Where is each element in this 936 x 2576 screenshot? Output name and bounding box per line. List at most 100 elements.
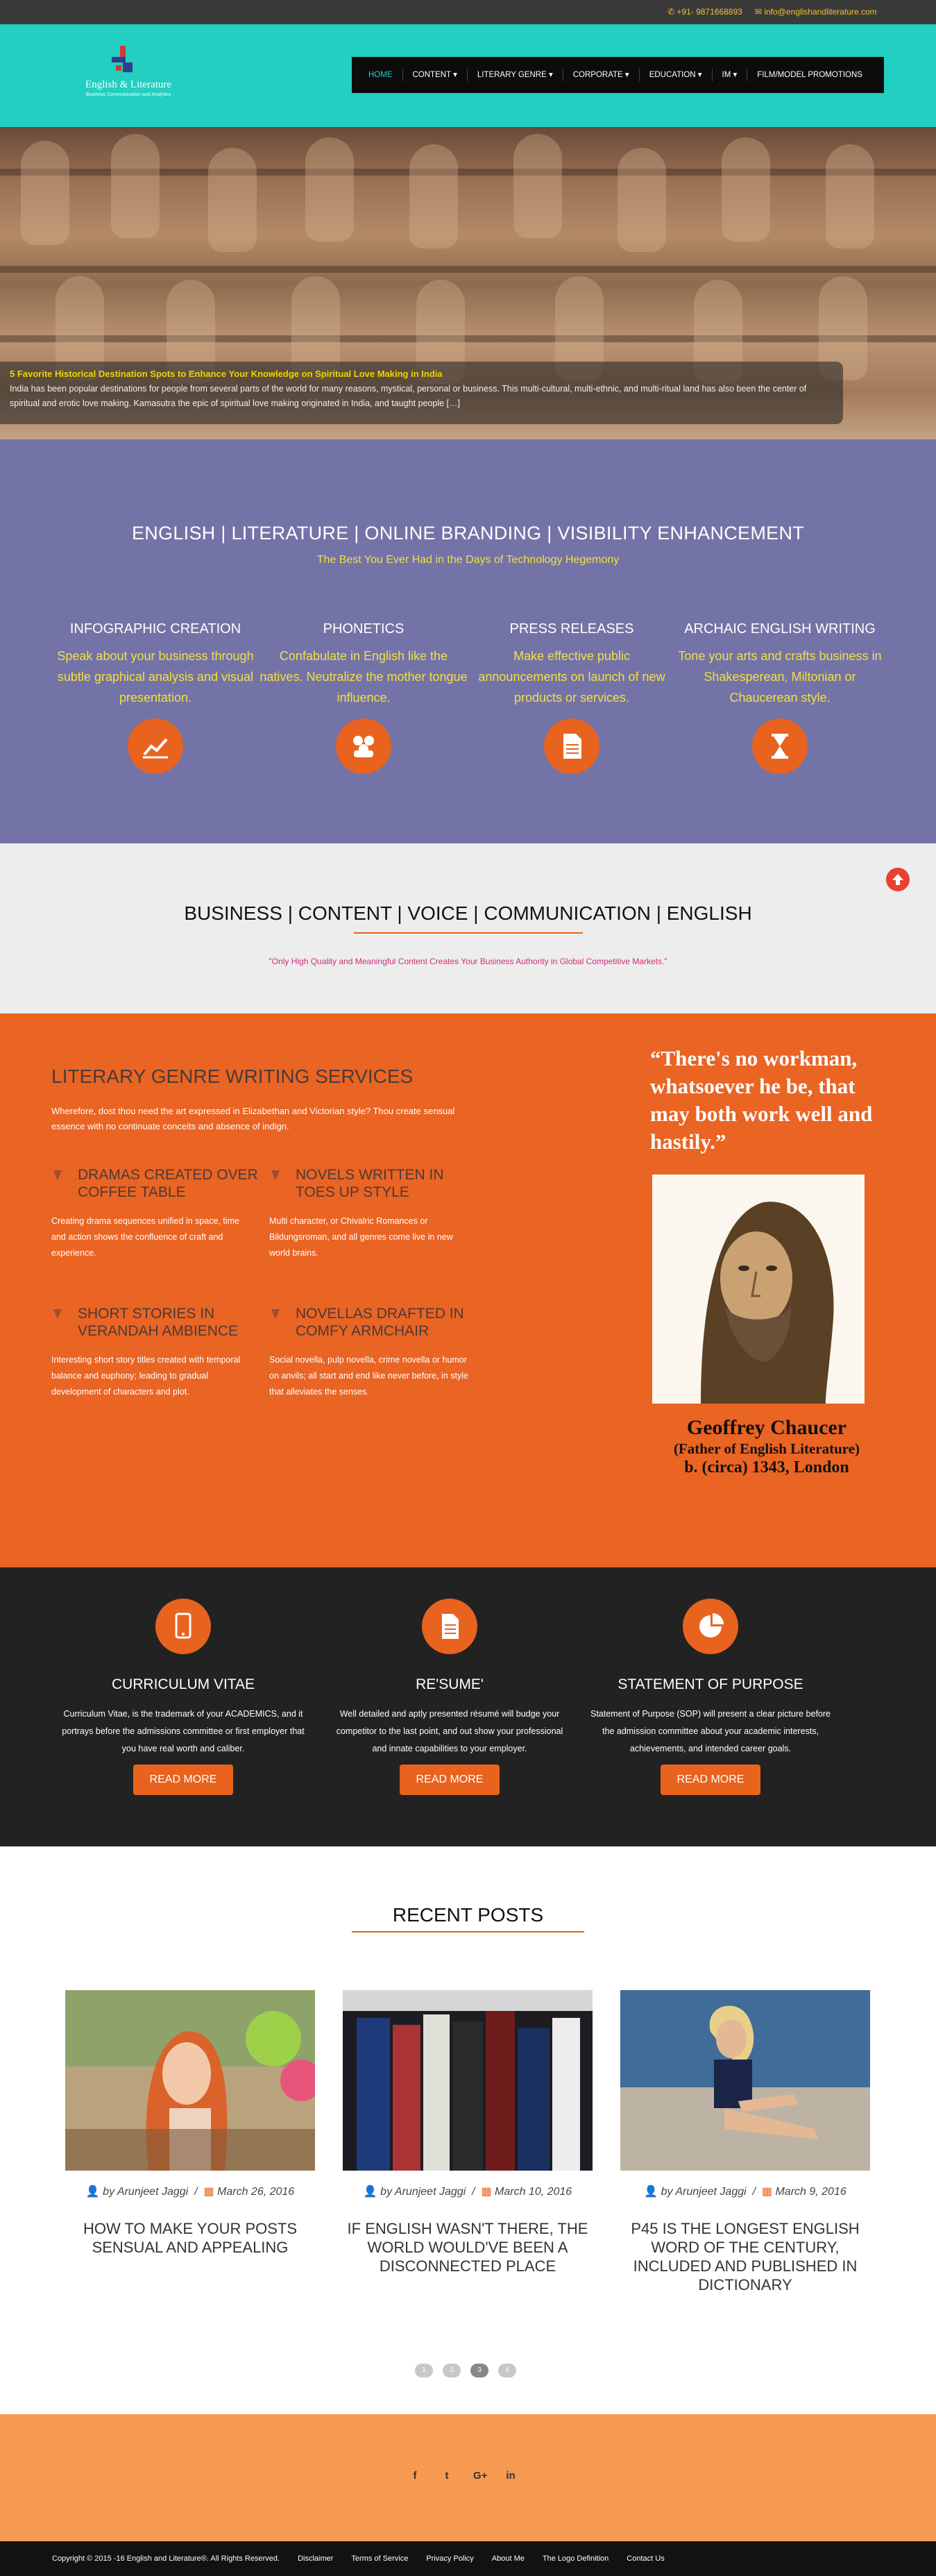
hero-decor	[826, 144, 874, 249]
literary-box-desc: Creating drama sequences unified in spac…	[51, 1216, 239, 1258]
post-thumbnail[interactable]	[65, 1990, 315, 2171]
doc-title: STATEMENT OF PURPOSE	[618, 1676, 803, 1692]
chaucer-caption: Geoffrey Chaucer (Father of English Lite…	[624, 1416, 909, 1477]
nav-corporate[interactable]: CORPORATE ▾	[563, 69, 640, 81]
post-title[interactable]: IF ENGLISH WASN'T THERE, THE WORLD WOULD…	[343, 2219, 593, 2275]
post-thumbnail[interactable]	[343, 1990, 593, 2171]
file-text-icon[interactable]	[422, 1599, 477, 1654]
post-title[interactable]: P45 IS THE LONGEST ENGLISH WORD OF THE C…	[620, 2219, 870, 2294]
hourglass-icon[interactable]	[752, 718, 808, 774]
literary-heading: LITERARY GENRE WRITING SERVICES	[51, 1066, 414, 1087]
nav-home[interactable]: HOME	[359, 69, 403, 81]
site-footer: Copyright © 2015 -16 English and Literat…	[0, 2541, 936, 2576]
phone-number: +91- 9871668893	[677, 7, 742, 17]
facebook-icon[interactable]: f	[409, 2470, 420, 2482]
services-section: ENGLISH | LITERATURE | ONLINE BRANDING |…	[0, 439, 936, 843]
post-meta: 👤 by Arunjeet Jaggi / ▦ March 10, 2016	[363, 2186, 572, 2198]
copyright-text: Copyright © 2015 -16 English and Literat…	[52, 2554, 280, 2563]
service-desc: Tone your arts and crafts business in Sh…	[678, 649, 882, 705]
literary-box-title: NOVELS WRITTEN IN TOES UP STYLE	[296, 1167, 444, 1200]
doc-desc: Statement of Purpose (SOP) will present …	[590, 1709, 831, 1753]
service-press-releases: PRESS RELEASES Make effective public ann…	[468, 621, 676, 708]
services-heading: ENGLISH | LITERATURE | ONLINE BRANDING |…	[131, 523, 805, 544]
literary-box-desc: Multi character, or Chivalric Romances o…	[269, 1216, 453, 1258]
nav-film-model-promotions[interactable]: FILM/MODEL PROMOTIONS	[747, 69, 872, 81]
post-date: March 9, 2016	[775, 2186, 846, 2198]
chaucer-quote: “There's no workman, whatsoever he be, t…	[650, 1046, 873, 1154]
nav-education[interactable]: EDUCATION ▾	[640, 69, 713, 81]
business-banner: BUSINESS | CONTENT | VOICE | COMMUNICATI…	[0, 843, 936, 1013]
heading-underline	[352, 1931, 584, 1933]
post-author[interactable]: by Arunjeet Jaggi	[380, 2186, 466, 2198]
hero-title-link[interactable]: 5 Favorite Historical Destination Spots …	[10, 369, 833, 379]
page-dot[interactable]: 1	[415, 2364, 433, 2377]
google-plus-icon[interactable]: G+	[473, 2470, 487, 2482]
user-icon: 👤	[644, 2186, 661, 2198]
footer-link-contact[interactable]: Contact Us	[627, 2554, 664, 2563]
post-title[interactable]: HOW TO MAKE YOUR POSTS SENSUAL AND APPEA…	[65, 2219, 315, 2257]
calendar-icon: ▦	[203, 2186, 218, 2198]
phone-contact[interactable]: ✆ +91- 9871668893	[667, 7, 742, 17]
nav-content[interactable]: CONTENT ▾	[403, 69, 468, 81]
email-contact[interactable]: ✉ info@englishandliterature.com	[755, 7, 877, 17]
doc-curriculum-vitae: CURRICULUM VITAE Curriculum Vitae, is th…	[58, 1599, 308, 1795]
service-phonetics: PHONETICS Confabulate in English like th…	[259, 621, 468, 708]
literary-box-title: DRAMAS CREATED OVER COFFEE TABLE	[78, 1167, 258, 1200]
bookmark-icon	[53, 1170, 62, 1180]
envelope-icon: ✉	[755, 7, 765, 17]
hero-decor	[21, 141, 69, 245]
doc-desc: Well detailed and aptly presented résumé…	[336, 1709, 563, 1753]
nav-literary-genre[interactable]: LITERARY GENRE ▾	[468, 69, 563, 81]
literary-box-desc: Social novella, pulp novella, crime nove…	[269, 1355, 468, 1397]
nav-im[interactable]: IM ▾	[713, 69, 748, 81]
posts-pagination: 1 2 3 4	[415, 2364, 516, 2377]
footer-link-logo-definition[interactable]: The Logo Definition	[543, 2554, 609, 2563]
hero-decor	[208, 148, 257, 252]
page-dot[interactable]: 2	[443, 2364, 461, 2377]
page-dot[interactable]: 4	[498, 2364, 516, 2377]
hero-slider[interactable]: 5 Favorite Historical Destination Spots …	[0, 127, 936, 439]
social-links: f t G+ in	[409, 2470, 516, 2482]
footer-link-about[interactable]: About Me	[492, 2554, 525, 2563]
hero-decor	[111, 134, 160, 238]
post-card: 👤 by Arunjeet Jaggi / ▦ March 26, 2016 H…	[65, 1990, 315, 2257]
doc-statement-of-purpose: STATEMENT OF PURPOSE Statement of Purpos…	[586, 1599, 835, 1795]
read-more-button[interactable]: READ MORE	[399, 1765, 500, 1795]
users-icon[interactable]	[336, 718, 391, 774]
linkedin-icon[interactable]: in	[505, 2470, 516, 2482]
chaucer-portrait	[652, 1175, 865, 1404]
service-title: ARCHAIC ENGLISH WRITING	[684, 621, 876, 637]
scroll-top-button[interactable]	[886, 868, 910, 891]
user-icon: 👤	[85, 2186, 103, 2198]
documents-section: CURRICULUM VITAE Curriculum Vitae, is th…	[0, 1567, 936, 1846]
top-contact-bar: ✆ +91- 9871668893 ✉ info@englishandliter…	[0, 0, 936, 24]
post-author[interactable]: by Arunjeet Jaggi	[661, 2186, 747, 2198]
tablet-icon[interactable]	[155, 1599, 211, 1654]
site-logo[interactable]: English & Literature Business Communicat…	[73, 42, 184, 108]
post-author[interactable]: by Arunjeet Jaggi	[103, 2186, 188, 2198]
literary-intro: Wherefore, dost thou need the art expres…	[51, 1106, 455, 1131]
hero-decor	[618, 148, 666, 252]
footer-link-privacy[interactable]: Privacy Policy	[426, 2554, 473, 2563]
business-quote: "Only High Quality and Meaningful Conten…	[269, 957, 667, 966]
document-icon[interactable]	[544, 718, 599, 774]
person-name: Geoffrey Chaucer	[686, 1416, 847, 1439]
read-more-button[interactable]: READ MORE	[660, 1765, 761, 1795]
chart-line-icon[interactable]	[128, 718, 183, 774]
logo-mark-icon	[112, 46, 133, 72]
doc-title: CURRICULUM VITAE	[111, 1676, 255, 1692]
hero-decor	[0, 335, 936, 342]
pie-chart-icon[interactable]	[683, 1599, 738, 1654]
read-more-button[interactable]: READ MORE	[133, 1765, 234, 1795]
twitter-icon[interactable]: t	[441, 2470, 452, 2482]
footer-link-disclaimer[interactable]: Disclaimer	[298, 2554, 333, 2563]
person-role: (Father of English Literature)	[673, 1440, 860, 1457]
hero-decor	[0, 266, 936, 273]
main-navigation: HOME CONTENT ▾ LITERARY GENRE ▾ CORPORAT…	[352, 57, 884, 93]
footer-link-terms[interactable]: Terms of Service	[351, 2554, 408, 2563]
calendar-icon: ▦	[761, 2186, 776, 2198]
post-thumbnail[interactable]	[620, 1990, 870, 2171]
doc-desc: Curriculum Vitae, is the trademark of yo…	[62, 1709, 305, 1753]
service-archaic-english: ARCHAIC ENGLISH WRITING Tone your arts a…	[676, 621, 884, 708]
page-dot-current[interactable]: 3	[470, 2364, 488, 2377]
